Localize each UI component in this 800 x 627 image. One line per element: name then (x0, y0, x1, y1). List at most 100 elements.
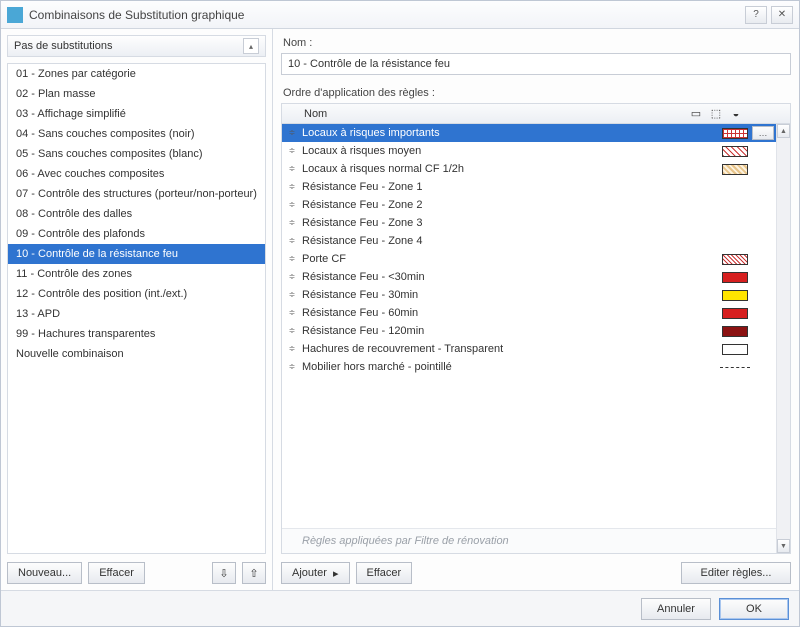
rule-name: Résistance Feu - 120min (298, 325, 720, 337)
rule-row[interactable]: ≑Locaux à risques moyen (282, 142, 790, 160)
fill-swatch[interactable] (722, 146, 748, 157)
swatch-cell (720, 164, 750, 175)
list-item[interactable]: 04 - Sans couches composites (noir) (8, 124, 265, 144)
rule-options-button[interactable]: … (752, 126, 774, 140)
name-value: 10 - Contrôle de la résistance feu (288, 58, 450, 70)
drag-handle-icon[interactable]: ≑ (286, 329, 298, 333)
rule-row[interactable]: ≑Résistance Feu - Zone 3 (282, 214, 790, 232)
help-button[interactable]: ? (745, 6, 767, 24)
drag-handle-icon[interactable]: ≑ (286, 347, 298, 351)
rule-row[interactable]: ≑Résistance Feu - Zone 4 (282, 232, 790, 250)
list-item[interactable]: 06 - Avec couches composites (8, 164, 265, 184)
rule-row[interactable]: ≑Résistance Feu - 60min (282, 304, 790, 322)
drag-handle-icon[interactable]: ≑ (286, 131, 298, 135)
list-item[interactable]: 03 - Affichage simplifié (8, 104, 265, 124)
rule-row[interactable]: ≑Mobilier hors marché - pointillé (282, 358, 790, 376)
swatch-cell (720, 128, 750, 139)
titlebar: Combinaisons de Substitution graphique ?… (1, 1, 799, 29)
list-item[interactable]: 02 - Plan masse (8, 84, 265, 104)
drag-handle-icon[interactable]: ≑ (286, 275, 298, 279)
drag-handle-icon[interactable]: ≑ (286, 185, 298, 189)
rule-row[interactable]: ≑Résistance Feu - <30min (282, 268, 790, 286)
list-item[interactable]: 07 - Contrôle des structures (porteur/no… (8, 184, 265, 204)
edit-rules-button[interactable]: Editer règles... (681, 562, 791, 584)
drag-handle-icon[interactable]: ≑ (286, 203, 298, 207)
name-field[interactable]: 10 - Contrôle de la résistance feu (281, 53, 791, 75)
add-rule-button[interactable]: Ajouter ▸ (281, 562, 350, 584)
import-button[interactable]: ⇩ (212, 562, 236, 584)
list-item[interactable]: 99 - Hachures transparentes (8, 324, 265, 344)
rule-row[interactable]: ≑Résistance Feu - Zone 2 (282, 196, 790, 214)
swatch-cell (720, 290, 750, 301)
collapse-icon[interactable]: ▴ (243, 38, 259, 54)
rule-name: Porte CF (298, 253, 720, 265)
rule-name: Mobilier hors marché - pointillé (298, 361, 720, 373)
combinations-buttons: Nouveau... Effacer ⇩ ⇧ (7, 562, 266, 584)
rule-name: Locaux à risques moyen (298, 145, 720, 157)
dialog-window: Combinaisons de Substitution graphique ?… (0, 0, 800, 627)
export-button[interactable]: ⇧ (242, 562, 266, 584)
fill-swatch[interactable] (722, 290, 748, 301)
rule-name: Résistance Feu - Zone 3 (298, 217, 720, 229)
ok-button[interactable]: OK (719, 598, 789, 620)
list-item[interactable]: 08 - Contrôle des dalles (8, 204, 265, 224)
rule-row[interactable]: ≑Résistance Feu - 30min (282, 286, 790, 304)
column-fill-icon[interactable]: ⬚ (706, 107, 726, 120)
rule-name: Résistance Feu - Zone 4 (298, 235, 720, 247)
list-item[interactable]: 11 - Contrôle des zones (8, 264, 265, 284)
list-item[interactable]: 01 - Zones par catégorie (8, 64, 265, 84)
drag-handle-icon[interactable]: ≑ (286, 149, 298, 153)
renovation-note: Règles appliquées par Filtre de rénovati… (282, 528, 790, 553)
close-button[interactable]: ✕ (771, 6, 793, 24)
swatch-cell (720, 344, 750, 355)
scroll-down-icon[interactable]: ▼ (777, 539, 790, 553)
drag-handle-icon[interactable]: ≑ (286, 221, 298, 225)
column-surface-icon[interactable]: ◒ (726, 108, 746, 120)
column-name-header[interactable]: Nom (300, 108, 686, 120)
swatch-cell (720, 272, 750, 283)
list-item[interactable]: 12 - Contrôle des position (int./ext.) (8, 284, 265, 304)
list-item[interactable]: 13 - APD (8, 304, 265, 324)
list-item[interactable]: 10 - Contrôle de la résistance feu (8, 244, 265, 264)
delete-combination-button[interactable]: Effacer (88, 562, 145, 584)
rule-name: Résistance Feu - <30min (298, 271, 720, 283)
drag-handle-icon[interactable]: ≑ (286, 167, 298, 171)
rule-row[interactable]: ≑Locaux à risques importants… (282, 124, 790, 142)
clear-rule-button[interactable]: Effacer (356, 562, 413, 584)
drag-handle-icon[interactable]: ≑ (286, 239, 298, 243)
swatch-cell (720, 254, 750, 265)
drag-handle-icon[interactable]: ≑ (286, 257, 298, 261)
drag-handle-icon[interactable]: ≑ (286, 311, 298, 315)
scroll-up-icon[interactable]: ▲ (777, 124, 790, 138)
new-combination-button[interactable]: Nouveau... (7, 562, 82, 584)
fill-swatch[interactable] (722, 254, 748, 265)
fill-swatch[interactable] (722, 272, 748, 283)
fill-swatch[interactable] (722, 308, 748, 319)
cancel-button[interactable]: Annuler (641, 598, 711, 620)
list-item[interactable]: 05 - Sans couches composites (blanc) (8, 144, 265, 164)
combinations-header-label: Pas de substitutions (14, 40, 112, 52)
rules-body[interactable]: ≑Locaux à risques importants…≑Locaux à r… (282, 124, 790, 528)
fill-swatch[interactable] (722, 164, 748, 175)
fill-swatch[interactable] (722, 326, 748, 337)
drag-handle-icon[interactable]: ≑ (286, 365, 298, 369)
rule-row[interactable]: ≑Hachures de recouvrement - Transparent (282, 340, 790, 358)
line-swatch[interactable] (720, 367, 750, 368)
rule-row[interactable]: ≑Résistance Feu - Zone 1 (282, 178, 790, 196)
rule-name: Locaux à risques normal CF 1/2h (298, 163, 720, 175)
list-item[interactable]: Nouvelle combinaison (8, 344, 265, 364)
fill-swatch[interactable] (722, 128, 748, 139)
rule-row[interactable]: ≑Porte CF (282, 250, 790, 268)
combinations-list[interactable]: 01 - Zones par catégorie02 - Plan masse0… (7, 63, 266, 554)
order-label: Ordre d'application des règles : (283, 87, 791, 99)
drag-handle-icon[interactable]: ≑ (286, 293, 298, 297)
swatch-cell (720, 146, 750, 157)
rule-row[interactable]: ≑Locaux à risques normal CF 1/2h (282, 160, 790, 178)
rule-row[interactable]: ≑Résistance Feu - 120min (282, 322, 790, 340)
column-linetype-icon[interactable]: ▭ (686, 107, 706, 120)
fill-swatch[interactable] (722, 344, 748, 355)
app-icon (7, 7, 23, 23)
list-item[interactable]: 09 - Contrôle des plafonds (8, 224, 265, 244)
rules-scrollbar[interactable]: ▲ ▼ (776, 124, 790, 553)
combinations-header: Pas de substitutions ▴ (7, 35, 266, 57)
